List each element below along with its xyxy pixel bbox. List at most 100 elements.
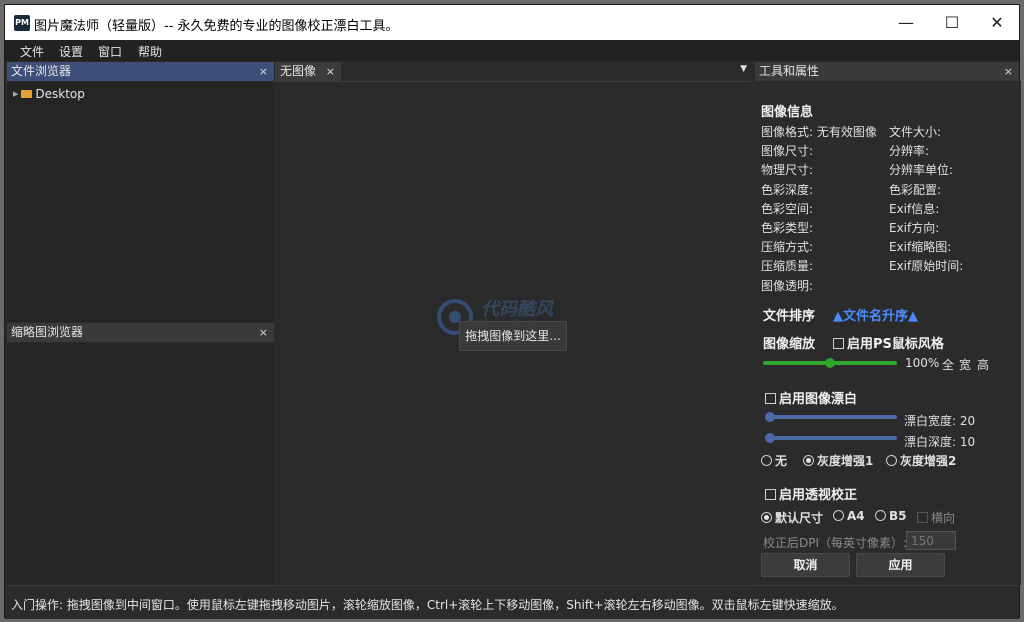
thumb-browser-close-icon[interactable]: × [259,323,268,342]
zoom-fit-height-button[interactable]: 高 [977,356,989,373]
tree-item-desktop[interactable]: ▶ Desktop [13,87,85,101]
info-physical-size: 物理尺寸: [761,163,814,177]
status-text: 入门操作: 拖拽图像到中间窗口。使用鼠标左键拖拽移动图片，滚轮缩放图像，Ctrl… [11,598,844,612]
mode-gray2-label: 灰度增强2 [900,454,957,468]
mode-none-radio[interactable]: 无 [761,452,787,469]
mode-none-label: 无 [775,454,788,468]
whiten-width-slider[interactable] [765,412,897,422]
mode-gray2-radio[interactable]: 灰度增强2 [886,452,956,469]
perspective-enable-checkbox[interactable]: 启用透视校正 [765,484,857,503]
file-browser-header: 文件浏览器 × [7,62,274,81]
status-bar: 入门操作: 拖拽图像到中间窗口。使用鼠标左键拖拽移动图片，滚轮缩放图像，Ctrl… [5,585,1019,619]
info-format: 图像格式: 无有效图像 [761,125,877,139]
radio-circle [803,455,814,466]
cancel-button[interactable]: 取消 [761,553,850,577]
info-exif-orientation: Exif方向: [889,221,940,235]
properties-title: 工具和属性 [759,64,820,78]
info-size: 图像尺寸: [761,144,814,158]
size-a4-label: A4 [847,509,865,523]
info-resolution-unit: 分辨率单位: [889,163,954,177]
properties-close-icon[interactable]: × [1004,62,1013,81]
properties-header: 工具和属性 × [755,62,1019,81]
checkbox-box [765,489,776,500]
ps-mouse-label: 启用PS鼠标风格 [847,337,944,352]
info-color-depth: 色彩深度: [761,183,814,197]
size-default-radio[interactable]: 默认尺寸 [761,509,823,526]
zoom-fit-full-button[interactable]: 全 [942,356,954,373]
mode-gray1-label: 灰度增强1 [817,454,874,468]
menu-window[interactable]: 窗口 [98,43,122,60]
tab-no-image[interactable]: 无图像 × [275,62,341,82]
info-exif: Exif信息: [889,202,940,216]
landscape-checkbox[interactable]: 横向 [917,509,955,526]
menu-help[interactable]: 帮助 [138,43,162,60]
landscape-label: 横向 [931,511,956,525]
expand-arrow-icon[interactable]: ▶ [13,90,18,98]
mode-gray1-radio[interactable]: 灰度增强1 [803,452,873,469]
file-browser-tree: ▶ Desktop [7,82,274,322]
close-window-button[interactable]: ✕ [974,5,1020,40]
folder-icon [21,90,33,98]
whiten-width-handle[interactable] [765,412,775,422]
app-window: PM 图片魔法师（轻量版）-- 永久免费的专业的图像校正漂白工具。 — ☐ ✕ … [4,4,1021,619]
checkbox-box [917,512,928,523]
sort-label: 文件排序 [763,309,816,324]
menu-settings[interactable]: 设置 [59,43,83,60]
dpi-label: 校正后DPI（每英寸像素）: [763,536,908,550]
zoom-percent: 100% [905,356,940,370]
info-transparency: 图像透明: [761,279,814,293]
minimize-button[interactable]: — [883,5,929,40]
info-color-profile: 色彩配置: [889,183,942,197]
zoom-label: 图像缩放 [763,337,816,352]
info-exif-original-time: Exif原始时间: [889,259,964,273]
image-tab-bar: 无图像 × ▼ [275,61,751,82]
dpi-input[interactable] [906,531,956,550]
tab-label: 无图像 [280,64,317,78]
title-bar: PM 图片魔法师（轻量版）-- 永久免费的专业的图像校正漂白工具。 — ☐ ✕ [5,5,1019,40]
image-info-title: 图像信息 [761,105,814,120]
drop-hint: 拖拽图像到这里... [459,321,567,351]
whiten-depth-handle[interactable] [765,433,775,443]
zoom-slider-handle[interactable] [825,358,835,368]
thumb-browser-area [7,343,274,585]
window-title: 图片魔法师（轻量版）-- 永久免费的专业的图像校正漂白工具。 [34,19,399,34]
info-color-type: 色彩类型: [761,221,814,235]
thumb-browser-title: 缩略图浏览器 [11,325,84,339]
maximize-button[interactable]: ☐ [929,5,975,40]
thumb-browser-header: 缩略图浏览器 × [7,323,274,342]
tab-dropdown-icon[interactable]: ▼ [740,64,747,74]
size-a4-radio[interactable]: A4 [833,509,865,523]
radio-circle [875,510,886,521]
info-color-space: 色彩空间: [761,202,814,216]
size-default-label: 默认尺寸 [775,511,824,525]
zoom-fit-width-button[interactable]: 宽 [959,356,971,373]
menu-bar: 文件 设置 窗口 帮助 [5,40,1019,61]
info-quality: 压缩质量: [761,259,814,273]
zoom-slider[interactable] [763,358,897,368]
apply-button[interactable]: 应用 [856,553,945,577]
whiten-enable-label: 启用图像漂白 [779,392,858,407]
info-resolution: 分辨率: [889,144,930,158]
checkbox-box [765,393,776,404]
tree-item-label: Desktop [35,87,85,101]
perspective-enable-label: 启用透视校正 [779,488,858,503]
whiten-enable-checkbox[interactable]: 启用图像漂白 [765,388,857,407]
whiten-depth-slider[interactable] [765,433,897,443]
checkbox-box [833,338,844,349]
size-b5-label: B5 [889,509,907,523]
menu-file[interactable]: 文件 [20,43,44,60]
image-canvas[interactable]: 代码酷风 daimakushop 拖拽图像到这里... [275,83,751,585]
info-compression: 压缩方式: [761,240,814,254]
ps-mouse-checkbox[interactable]: 启用PS鼠标风格 [833,333,944,352]
info-exif-thumbnail: Exif缩略图: [889,240,952,254]
properties-panel: 图像信息 图像格式: 无有效图像 图像尺寸: 物理尺寸: 色彩深度: 色彩空间:… [755,81,1021,585]
radio-circle [761,512,772,523]
file-browser-close-icon[interactable]: × [259,62,268,81]
whiten-depth-label: 漂白深度: 10 [904,435,976,449]
radio-circle [886,455,897,466]
info-file-size: 文件大小: [889,125,942,139]
radio-circle [833,510,844,521]
size-b5-radio[interactable]: B5 [875,509,907,523]
tab-close-icon[interactable]: × [326,62,335,81]
sort-order-toggle[interactable]: ▲文件名升序▲ [833,305,918,324]
